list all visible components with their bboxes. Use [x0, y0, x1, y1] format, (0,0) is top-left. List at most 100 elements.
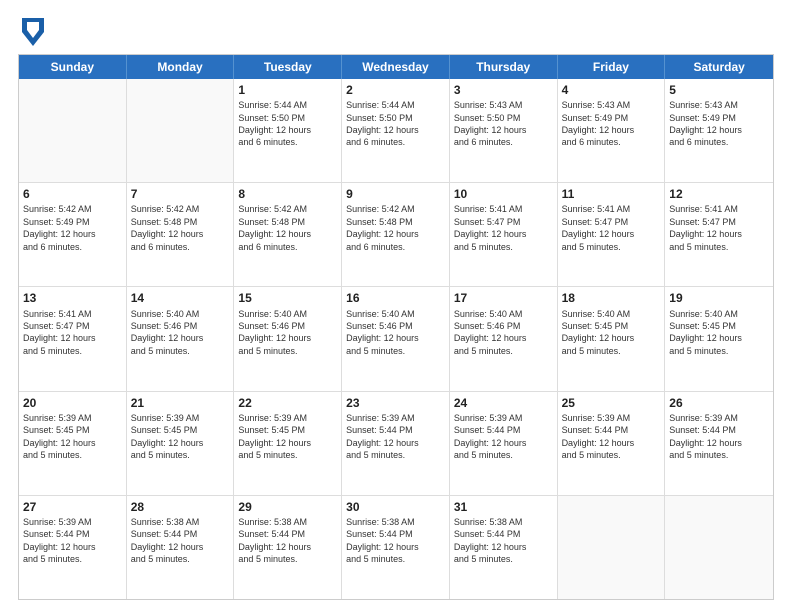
- cal-header-thursday: Thursday: [450, 55, 558, 79]
- day-cell-12: 12Sunrise: 5:41 AM Sunset: 5:47 PM Dayli…: [665, 183, 773, 286]
- week-row-5: 27Sunrise: 5:39 AM Sunset: 5:44 PM Dayli…: [19, 496, 773, 599]
- day-number: 21: [131, 395, 230, 411]
- day-info: Sunrise: 5:43 AM Sunset: 5:49 PM Dayligh…: [669, 99, 769, 149]
- day-cell-empty: [19, 79, 127, 182]
- day-number: 3: [454, 82, 553, 98]
- day-cell-29: 29Sunrise: 5:38 AM Sunset: 5:44 PM Dayli…: [234, 496, 342, 599]
- day-number: 19: [669, 290, 769, 306]
- day-cell-30: 30Sunrise: 5:38 AM Sunset: 5:44 PM Dayli…: [342, 496, 450, 599]
- day-cell-31: 31Sunrise: 5:38 AM Sunset: 5:44 PM Dayli…: [450, 496, 558, 599]
- day-info: Sunrise: 5:41 AM Sunset: 5:47 PM Dayligh…: [669, 203, 769, 253]
- day-number: 29: [238, 499, 337, 515]
- day-number: 31: [454, 499, 553, 515]
- cal-header-friday: Friday: [558, 55, 666, 79]
- week-row-3: 13Sunrise: 5:41 AM Sunset: 5:47 PM Dayli…: [19, 287, 773, 391]
- logo-icon: [22, 18, 44, 46]
- day-info: Sunrise: 5:38 AM Sunset: 5:44 PM Dayligh…: [454, 516, 553, 566]
- day-cell-24: 24Sunrise: 5:39 AM Sunset: 5:44 PM Dayli…: [450, 392, 558, 495]
- day-cell-22: 22Sunrise: 5:39 AM Sunset: 5:45 PM Dayli…: [234, 392, 342, 495]
- day-info: Sunrise: 5:39 AM Sunset: 5:44 PM Dayligh…: [562, 412, 661, 462]
- day-cell-15: 15 Sunrise: 5:40 AM Sunset: 5:46 PM Dayli…: [234, 287, 342, 390]
- day-number: 20: [23, 395, 122, 411]
- day-info: Sunrise: 5:40 AM Sunset: 5:45 PM Dayligh…: [562, 308, 661, 358]
- day-info: Sunrise: 5:39 AM Sunset: 5:44 PM Dayligh…: [669, 412, 769, 462]
- day-info: Sunrise: 5:39 AM Sunset: 5:44 PM Dayligh…: [454, 412, 553, 462]
- day-number: 4: [562, 82, 661, 98]
- day-number: 26: [669, 395, 769, 411]
- day-cell-19: 19 Sunrise: 5:40 AM Sunset: 5:45 PM Dayli…: [665, 287, 773, 390]
- day-info: Sunrise: 5:42 AM Sunset: 5:49 PM Dayligh…: [23, 203, 122, 253]
- day-info: Sunrise: 5:39 AM Sunset: 5:44 PM Dayligh…: [23, 516, 122, 566]
- day-info: Sunrise: 5:43 AM Sunset: 5:49 PM Dayligh…: [562, 99, 661, 149]
- day-info: Sunrise: 5:40 AM Sunset: 5:46 PM Dayligh…: [454, 308, 553, 358]
- day-number: 5: [669, 82, 769, 98]
- day-number: 10: [454, 186, 553, 202]
- day-number: 30: [346, 499, 445, 515]
- day-number: 9: [346, 186, 445, 202]
- day-cell-20: 20Sunrise: 5:39 AM Sunset: 5:45 PM Dayli…: [19, 392, 127, 495]
- day-cell-3: 3Sunrise: 5:43 AM Sunset: 5:50 PM Daylig…: [450, 79, 558, 182]
- day-number: 24: [454, 395, 553, 411]
- page: SundayMondayTuesdayWednesdayThursdayFrid…: [0, 0, 792, 612]
- day-cell-25: 25Sunrise: 5:39 AM Sunset: 5:44 PM Dayli…: [558, 392, 666, 495]
- day-info: Sunrise: 5:38 AM Sunset: 5:44 PM Dayligh…: [131, 516, 230, 566]
- day-info: Sunrise: 5:40 AM Sunset: 5:46 PM Dayligh…: [131, 308, 230, 358]
- day-info: Sunrise: 5:43 AM Sunset: 5:50 PM Dayligh…: [454, 99, 553, 149]
- day-info: Sunrise: 5:42 AM Sunset: 5:48 PM Dayligh…: [131, 203, 230, 253]
- day-number: 1: [238, 82, 337, 98]
- day-info: Sunrise: 5:39 AM Sunset: 5:45 PM Dayligh…: [238, 412, 337, 462]
- day-number: 2: [346, 82, 445, 98]
- day-info: Sunrise: 5:42 AM Sunset: 5:48 PM Dayligh…: [346, 203, 445, 253]
- day-number: 15: [238, 290, 337, 306]
- day-number: 7: [131, 186, 230, 202]
- day-cell-1: 1Sunrise: 5:44 AM Sunset: 5:50 PM Daylig…: [234, 79, 342, 182]
- logo: [18, 18, 44, 44]
- day-info: Sunrise: 5:42 AM Sunset: 5:48 PM Dayligh…: [238, 203, 337, 253]
- day-number: 28: [131, 499, 230, 515]
- day-number: 18: [562, 290, 661, 306]
- day-info: Sunrise: 5:38 AM Sunset: 5:44 PM Dayligh…: [346, 516, 445, 566]
- day-info: Sunrise: 5:41 AM Sunset: 5:47 PM Dayligh…: [562, 203, 661, 253]
- day-info: Sunrise: 5:41 AM Sunset: 5:47 PM Dayligh…: [23, 308, 122, 358]
- day-info: Sunrise: 5:41 AM Sunset: 5:47 PM Dayligh…: [454, 203, 553, 253]
- day-cell-23: 23Sunrise: 5:39 AM Sunset: 5:44 PM Dayli…: [342, 392, 450, 495]
- day-cell-5: 5Sunrise: 5:43 AM Sunset: 5:49 PM Daylig…: [665, 79, 773, 182]
- week-row-2: 6Sunrise: 5:42 AM Sunset: 5:49 PM Daylig…: [19, 183, 773, 287]
- week-row-1: 1Sunrise: 5:44 AM Sunset: 5:50 PM Daylig…: [19, 79, 773, 183]
- day-cell-18: 18 Sunrise: 5:40 AM Sunset: 5:45 PM Dayli…: [558, 287, 666, 390]
- day-number: 6: [23, 186, 122, 202]
- day-cell-8: 8Sunrise: 5:42 AM Sunset: 5:48 PM Daylig…: [234, 183, 342, 286]
- day-number: 27: [23, 499, 122, 515]
- day-number: 23: [346, 395, 445, 411]
- day-number: 25: [562, 395, 661, 411]
- day-cell-4: 4Sunrise: 5:43 AM Sunset: 5:49 PM Daylig…: [558, 79, 666, 182]
- day-cell-6: 6Sunrise: 5:42 AM Sunset: 5:49 PM Daylig…: [19, 183, 127, 286]
- day-info: Sunrise: 5:39 AM Sunset: 5:44 PM Dayligh…: [346, 412, 445, 462]
- day-cell-14: 14 Sunrise: 5:40 AM Sunset: 5:46 PM Dayli…: [127, 287, 235, 390]
- day-cell-empty: [127, 79, 235, 182]
- day-number: 22: [238, 395, 337, 411]
- day-info: Sunrise: 5:40 AM Sunset: 5:45 PM Dayligh…: [669, 308, 769, 358]
- day-info: Sunrise: 5:38 AM Sunset: 5:44 PM Dayligh…: [238, 516, 337, 566]
- day-info: Sunrise: 5:44 AM Sunset: 5:50 PM Dayligh…: [238, 99, 337, 149]
- header: [18, 18, 774, 44]
- week-row-4: 20 Sunrise: 5:39 AM Sunset: 5:45 PM Dayli…: [19, 392, 773, 496]
- day-cell-17: 17 Sunrise: 5:40 AM Sunset: 5:46 PM Dayli…: [450, 287, 558, 390]
- day-number: 17: [454, 290, 553, 306]
- day-cell-26: 26Sunrise: 5:39 AM Sunset: 5:44 PM Dayli…: [665, 392, 773, 495]
- day-number: 14: [131, 290, 230, 306]
- day-number: 16: [346, 290, 445, 306]
- cal-header-monday: Monday: [127, 55, 235, 79]
- calendar: SundayMondayTuesdayWednesdayThursdayFrid…: [18, 54, 774, 600]
- day-cell-empty: [665, 496, 773, 599]
- day-cell-2: 2Sunrise: 5:44 AM Sunset: 5:50 PM Daylig…: [342, 79, 450, 182]
- day-cell-7: 7Sunrise: 5:42 AM Sunset: 5:48 PM Daylig…: [127, 183, 235, 286]
- day-info: Sunrise: 5:40 AM Sunset: 5:46 PM Dayligh…: [238, 308, 337, 358]
- cal-header-tuesday: Tuesday: [234, 55, 342, 79]
- day-info: Sunrise: 5:39 AM Sunset: 5:45 PM Dayligh…: [131, 412, 230, 462]
- day-cell-28: 28Sunrise: 5:38 AM Sunset: 5:44 PM Dayli…: [127, 496, 235, 599]
- cal-header-saturday: Saturday: [665, 55, 773, 79]
- day-cell-11: 11Sunrise: 5:41 AM Sunset: 5:47 PM Dayli…: [558, 183, 666, 286]
- day-cell-9: 9Sunrise: 5:42 AM Sunset: 5:48 PM Daylig…: [342, 183, 450, 286]
- day-number: 12: [669, 186, 769, 202]
